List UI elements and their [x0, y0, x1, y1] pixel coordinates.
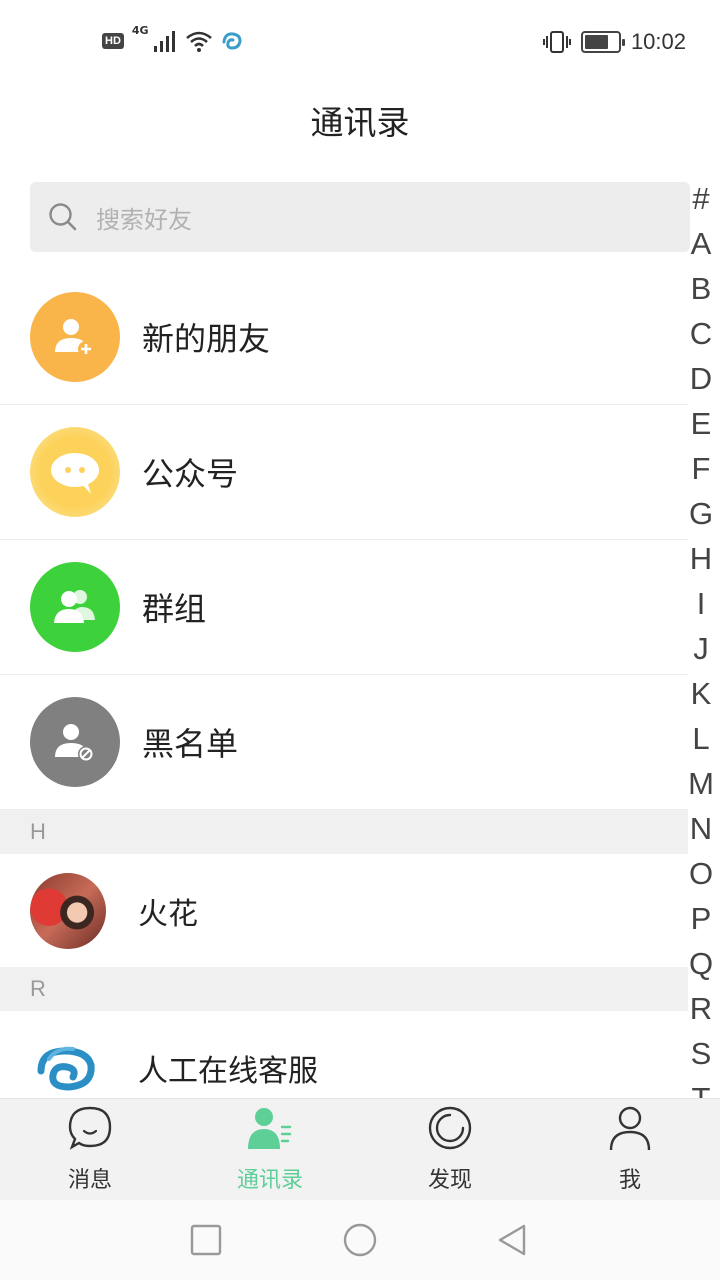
wifi-icon: [185, 31, 212, 52]
index-letter[interactable]: Q: [689, 941, 713, 986]
network-type: 4G: [131, 24, 149, 37]
index-letter[interactable]: R: [690, 986, 712, 1031]
signal-icon: [153, 31, 175, 52]
contact-name: 火花: [138, 896, 198, 932]
index-letter[interactable]: E: [691, 401, 712, 446]
tab-me[interactable]: 我: [540, 1099, 720, 1200]
search-icon: [49, 203, 77, 231]
triangle-back-icon: [498, 1224, 526, 1256]
block-user-icon: [30, 697, 120, 787]
chat-bubble-icon: [30, 427, 120, 517]
tab-me-label: 我: [618, 1168, 641, 1193]
index-letter[interactable]: A: [691, 221, 712, 266]
contact-list[interactable]: 新的朋友 公众号 群组 黑名单 H 火花 R 人工在线客服: [0, 270, 688, 1098]
groups-item[interactable]: 群组: [0, 540, 688, 675]
blacklist-item[interactable]: 黑名单: [0, 675, 688, 810]
index-letter[interactable]: B: [691, 266, 712, 311]
index-letter[interactable]: S: [691, 1031, 712, 1076]
index-letter[interactable]: M: [688, 761, 714, 806]
index-letter[interactable]: L: [692, 716, 709, 761]
vibrate-icon: [542, 31, 571, 53]
profile-icon: [606, 1104, 654, 1152]
index-letter[interactable]: #: [692, 176, 709, 221]
add-user-icon: [30, 292, 120, 382]
index-letter[interactable]: N: [690, 806, 712, 851]
square-icon: [190, 1224, 222, 1256]
system-navigation-bar: [0, 1200, 720, 1280]
service-logo-avatar: [30, 1030, 106, 1099]
new-friends-label: 新的朋友: [142, 320, 271, 358]
contact-name: 人工在线客服: [138, 1053, 318, 1089]
photo-avatar: [30, 872, 106, 949]
index-letter[interactable]: H: [690, 536, 712, 581]
index-letter[interactable]: T: [692, 1076, 711, 1098]
search-input[interactable]: 搜索好友: [30, 182, 690, 252]
tab-messages-label: 消息: [67, 1168, 112, 1193]
index-letter[interactable]: C: [690, 311, 712, 356]
discover-icon: [426, 1104, 474, 1152]
home-button[interactable]: [342, 1222, 378, 1258]
index-letter[interactable]: D: [690, 356, 712, 401]
status-bar: HD 4G 10:02: [0, 0, 720, 84]
section-header-r: R: [0, 967, 688, 1011]
hd-icon: HD: [102, 33, 124, 49]
index-letter[interactable]: I: [697, 581, 706, 626]
battery-icon: [580, 31, 625, 53]
bottom-tab-bar: 消息 通讯录 发现 我: [0, 1098, 720, 1200]
group-icon: [30, 562, 120, 652]
clock: 10:02: [630, 29, 686, 54]
message-icon: [66, 1104, 114, 1152]
tab-discover[interactable]: 发现: [360, 1099, 540, 1200]
index-letter[interactable]: O: [689, 851, 713, 896]
contacts-icon: [246, 1104, 294, 1152]
index-letter[interactable]: F: [692, 446, 711, 491]
groups-label: 群组: [142, 590, 207, 628]
contact-item[interactable]: 火花: [0, 854, 688, 967]
status-left: HD 4G: [102, 24, 243, 56]
app-notification-icon: [222, 32, 242, 50]
index-letter[interactable]: K: [691, 671, 712, 716]
contact-item[interactable]: 人工在线客服: [0, 1011, 688, 1098]
letter-index[interactable]: #ABCDEFGHIJKLMNOPQRST: [688, 176, 714, 1098]
page-title: 通讯录: [310, 103, 410, 142]
index-letter[interactable]: J: [693, 626, 709, 671]
new-friends-item[interactable]: 新的朋友: [0, 270, 688, 405]
tab-contacts[interactable]: 通讯录: [180, 1099, 360, 1200]
circle-icon: [343, 1223, 377, 1257]
section-header-h: H: [0, 810, 688, 854]
battery-level: [584, 35, 608, 49]
official-accounts-label: 公众号: [142, 455, 239, 493]
status-right: 10:02: [542, 26, 686, 58]
index-letter[interactable]: G: [689, 491, 713, 536]
index-letter[interactable]: P: [691, 896, 712, 941]
back-button[interactable]: [494, 1222, 530, 1258]
tab-discover-label: 发现: [427, 1168, 472, 1193]
tab-messages[interactable]: 消息: [0, 1099, 180, 1200]
tab-contacts-label: 通讯录: [236, 1168, 303, 1193]
recent-apps-button[interactable]: [188, 1222, 224, 1258]
official-accounts-item[interactable]: 公众号: [0, 405, 688, 540]
search-placeholder: 搜索好友: [96, 205, 192, 234]
blacklist-label: 黑名单: [142, 725, 239, 763]
